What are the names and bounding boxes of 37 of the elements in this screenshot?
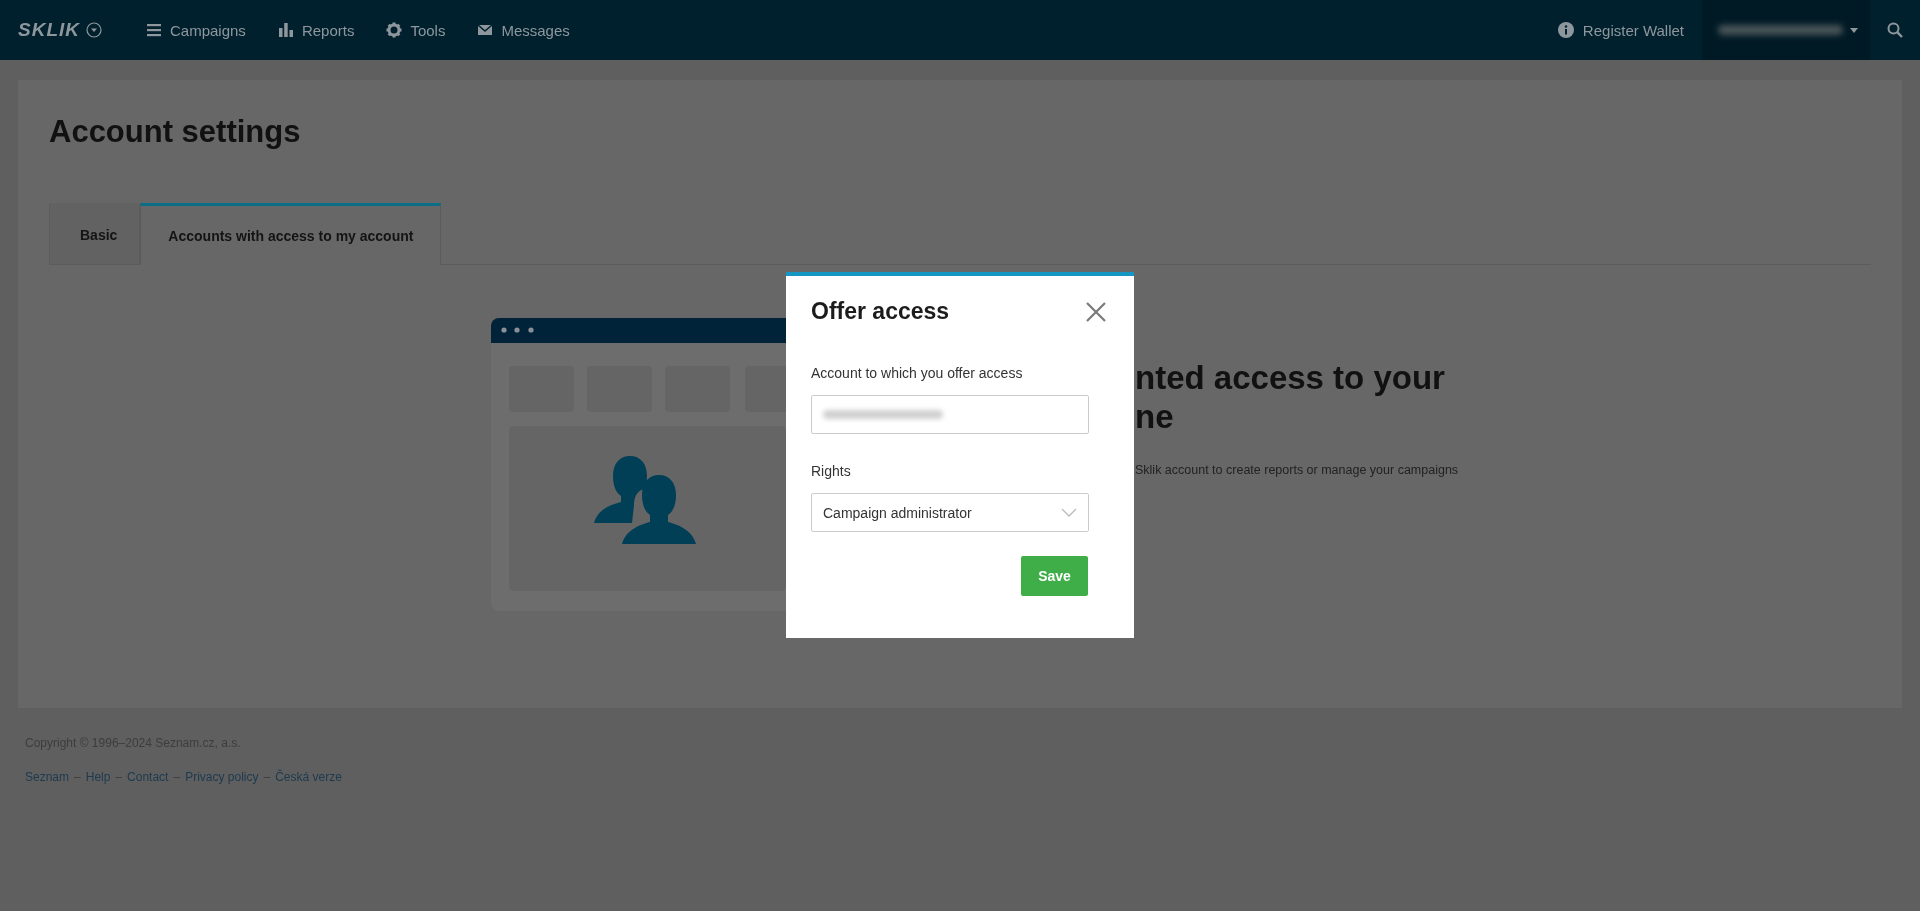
nav-link[interactable]: Messages <box>477 21 570 39</box>
menu-icon <box>146 22 162 38</box>
caret-icon <box>1850 27 1858 33</box>
envelope-icon <box>477 22 494 38</box>
nav-link[interactable]: Tools <box>386 21 446 39</box>
user-menu[interactable] <box>1702 0 1870 60</box>
field-label: Account to which you offer access <box>811 365 1024 381</box>
nav-link[interactable]: Campaigns <box>146 21 246 39</box>
dialog-title: Offer access <box>811 298 950 325</box>
tab[interactable]: Accounts with access to my account <box>140 203 442 265</box>
info-icon <box>1557 22 1574 38</box>
search-icon[interactable] <box>1887 22 1903 38</box>
link-separator: – <box>263 770 271 784</box>
empty-state-text: Sklik account to create reports or manage your campaigns <box>1135 463 1459 477</box>
close-button[interactable] <box>1085 300 1107 323</box>
footer-link[interactable]: Contact <box>127 770 169 784</box>
logo[interactable]: SKLIK <box>18 19 80 41</box>
footer-link[interactable]: Help <box>85 770 111 784</box>
nav-link[interactable]: Reports <box>277 21 355 39</box>
footer-link[interactable]: Privacy policy <box>185 770 259 784</box>
empty-state-heading: nted access to your ne <box>1135 358 1446 436</box>
link-separator: – <box>115 770 123 784</box>
link-separator: – <box>74 770 81 784</box>
tab[interactable]: Basic <box>49 203 141 264</box>
page-title: Account settings <box>49 113 302 150</box>
settings-icon <box>386 22 403 38</box>
dropdown-circle-icon[interactable] <box>86 22 102 38</box>
register-wallet-link[interactable]: Register Wallet <box>1557 21 1684 39</box>
footer-link[interactable]: Seznam <box>25 770 70 784</box>
bar-chart-icon <box>277 22 294 38</box>
field-label: Rights <box>811 463 852 479</box>
save-button[interactable]: Save <box>1021 556 1088 596</box>
rights-dropdown[interactable]: Campaign administrator <box>811 493 1089 532</box>
chevron-down-icon <box>1061 508 1077 517</box>
account-input-field[interactable] <box>811 395 1089 434</box>
footer-link[interactable]: Česká verze <box>275 770 342 784</box>
link-separator: – <box>173 770 181 784</box>
